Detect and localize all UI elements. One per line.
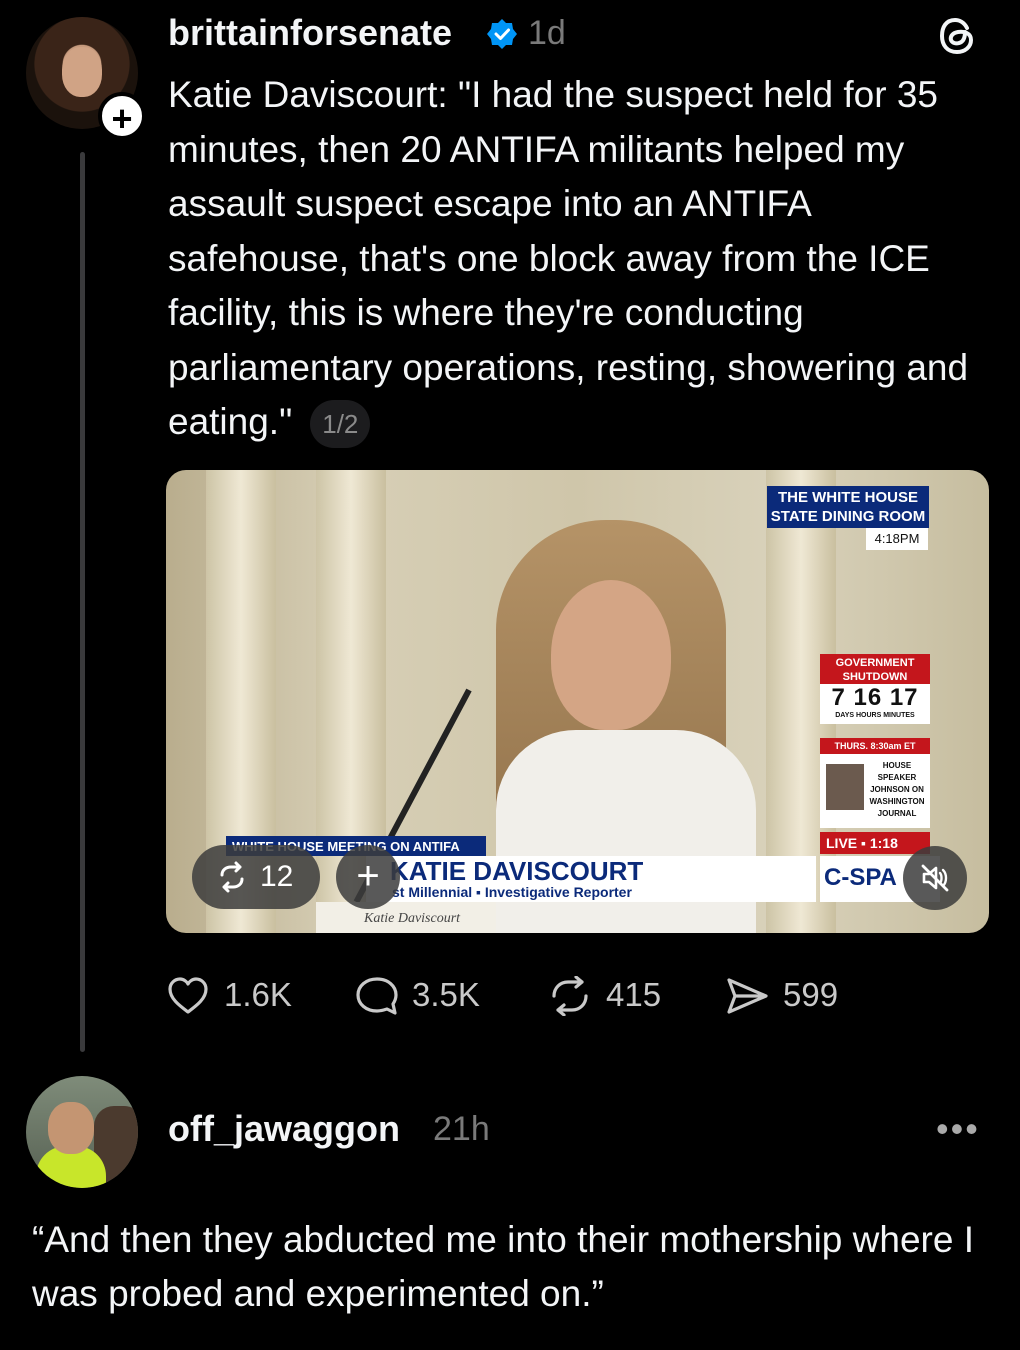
- like-button[interactable]: 1.6K: [166, 975, 306, 1015]
- speaker-name: KATIE DAVISCOURT: [390, 856, 644, 886]
- speaker-dress: [496, 730, 756, 933]
- post-timestamp[interactable]: 1d: [528, 14, 566, 53]
- upcoming-time: THURS. 8:30am ET: [820, 738, 930, 754]
- plus-icon[interactable]: +: [336, 845, 400, 909]
- mute-icon: [921, 864, 949, 892]
- speaker-subtitle: st Millennial ▪ Investigative Reporter: [392, 884, 632, 900]
- comment-count: 3.5K: [412, 976, 480, 1013]
- shutdown-count: 7 16 17: [831, 684, 919, 711]
- verified-badge-icon: [487, 19, 517, 49]
- comment-button[interactable]: 3.5K: [355, 975, 495, 1015]
- shutdown-label: GOVERNMENT SHUTDOWN: [820, 654, 930, 686]
- broadcast-time: 4:18PM: [866, 528, 928, 550]
- reply-text: “And then they abducted me into their mo…: [32, 1219, 974, 1314]
- like-count: 1.6K: [224, 976, 292, 1013]
- repost-count: 415: [606, 976, 662, 1013]
- reply-timestamp[interactable]: 21h: [433, 1110, 490, 1149]
- lower-third-name-card: KATIE DAVISCOURT st Millennial ▪ Investi…: [366, 856, 816, 902]
- upcoming-program: HOUSE SPEAKER JOHNSON ON WASHINGTON JOUR…: [869, 761, 925, 818]
- video-repost-button[interactable]: 12: [192, 845, 320, 909]
- repost-button[interactable]: 415: [548, 975, 668, 1016]
- reply-author-avatar[interactable]: [26, 1076, 138, 1188]
- shutdown-units: DAYS HOURS MINUTES: [835, 712, 915, 719]
- share-icon: [727, 978, 768, 1014]
- reply-author-username[interactable]: off_jawaggon: [168, 1108, 400, 1150]
- program-thumbnail: [826, 764, 864, 810]
- share-button[interactable]: 599: [725, 975, 855, 1015]
- live-indicator: LIVE ▪ 1:18: [820, 832, 930, 854]
- post-body: Katie Daviscourt: "I had the suspect hel…: [168, 68, 998, 450]
- upcoming-program-card: HOUSE SPEAKER JOHNSON ON WASHINGTON JOUR…: [820, 754, 930, 828]
- speaker-face: [551, 580, 671, 730]
- follow-plus-button[interactable]: +: [98, 92, 146, 140]
- location-line2: STATE DINING ROOM: [770, 508, 926, 525]
- repost-icon: [220, 861, 244, 893]
- desk-nameplate: Katie Daviscourt: [316, 902, 496, 933]
- post-author-username[interactable]: brittainforsenate: [168, 12, 452, 54]
- threads-logo-icon[interactable]: [936, 14, 980, 58]
- mute-button[interactable]: [903, 846, 967, 910]
- thread-connector-line: [80, 152, 85, 1052]
- post-text: Katie Daviscourt: "I had the suspect hel…: [168, 74, 969, 442]
- avatar-face: [62, 47, 102, 97]
- repost-icon: [552, 976, 588, 1016]
- share-count: 599: [783, 976, 839, 1013]
- comment-icon: [356, 977, 398, 1015]
- page-indicator-badge[interactable]: 1/2: [310, 400, 371, 449]
- network-name: C-SPA: [824, 864, 897, 891]
- location-line1: THE WHITE HOUSE: [777, 489, 918, 506]
- location-graphic: THE WHITE HOUSE STATE DINING ROOM: [767, 486, 929, 528]
- avatar-face: [48, 1102, 94, 1154]
- heart-icon: [168, 977, 208, 1014]
- video-repost-count: 12: [260, 860, 294, 893]
- video-player[interactable]: THE WHITE HOUSE STATE DINING ROOM 4:18PM…: [166, 470, 989, 933]
- more-icon[interactable]: •••: [936, 1111, 980, 1147]
- shutdown-counter: 7 16 17 DAYS HOURS MINUTES: [820, 684, 930, 724]
